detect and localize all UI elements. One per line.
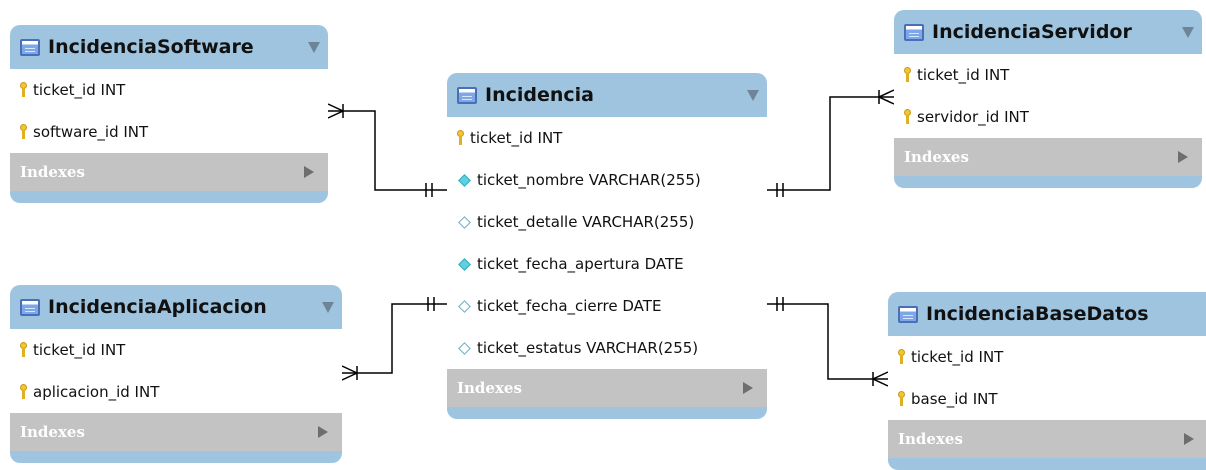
expand-arrow-icon[interactable] [743, 382, 753, 394]
column-label: ticket_estatus VARCHAR(255) [477, 339, 699, 357]
indexes-bar[interactable]: Indexes [888, 420, 1206, 458]
filled-diamond-icon [458, 173, 471, 187]
column-row[interactable]: ticket_id INT [894, 54, 1202, 96]
expand-arrow-icon[interactable] [1178, 151, 1188, 163]
table-header[interactable]: IncidenciaServidor [894, 10, 1202, 54]
table-icon [904, 23, 924, 41]
table-name: Incidencia [485, 84, 594, 106]
table-header[interactable]: IncidenciaAplicacion [10, 285, 342, 329]
column-label: servidor_id INT [917, 108, 1029, 126]
column-row[interactable]: aplicacion_id INT [10, 371, 342, 413]
collapse-arrow-icon[interactable] [747, 89, 759, 101]
table-icon [457, 86, 477, 104]
expand-arrow-icon[interactable] [304, 166, 314, 178]
primary-key-icon [20, 82, 27, 98]
primary-key-icon [898, 349, 905, 365]
column-row[interactable]: servidor_id INT [894, 96, 1202, 138]
column-label: ticket_nombre VARCHAR(255) [477, 171, 701, 189]
column-label: base_id INT [911, 390, 998, 408]
table-name: IncidenciaBaseDatos [926, 303, 1149, 325]
relationship-software-incidencia [328, 110, 447, 191]
column-row[interactable]: ticket_estatus VARCHAR(255) [447, 327, 767, 369]
column-row[interactable]: ticket_id INT [10, 69, 328, 111]
column-row[interactable]: ticket_id INT [888, 336, 1206, 378]
table-name: IncidenciaServidor [932, 21, 1132, 43]
table-header[interactable]: IncidenciaSoftware [10, 25, 328, 69]
column-row[interactable]: ticket_fecha_cierre DATE [447, 285, 767, 327]
relationship-basedatos-incidencia [767, 303, 888, 380]
expand-arrow-icon[interactable] [1184, 433, 1194, 445]
column-label: ticket_fecha_cierre DATE [477, 297, 662, 315]
column-label: software_id INT [33, 123, 149, 141]
table-icon [20, 298, 40, 316]
primary-key-icon [20, 342, 27, 358]
primary-key-icon [898, 391, 905, 407]
indexes-bar[interactable]: Indexes [10, 153, 328, 191]
column-label: ticket_id INT [911, 348, 1004, 366]
collapse-arrow-icon[interactable] [308, 41, 320, 53]
table-name: IncidenciaSoftware [48, 36, 254, 58]
filled-diamond-icon [458, 257, 471, 271]
column-label: ticket_fecha_apertura DATE [477, 255, 684, 273]
empty-diamond-icon [458, 299, 471, 313]
primary-key-icon [457, 130, 464, 146]
column-label: ticket_id INT [33, 81, 126, 99]
column-row[interactable]: base_id INT [888, 378, 1206, 420]
table-incidencia-aplicacion[interactable]: IncidenciaAplicacion ticket_id INT aplic… [10, 285, 342, 463]
indexes-bar[interactable]: Indexes [10, 413, 342, 451]
relationship-servidor-incidencia [767, 96, 894, 191]
column-row[interactable]: ticket_id INT [10, 329, 342, 371]
relationship-aplicacion-incidencia [342, 303, 447, 374]
column-row[interactable]: ticket_id INT [447, 117, 767, 159]
empty-diamond-icon [458, 215, 471, 229]
indexes-label: Indexes [898, 430, 963, 448]
primary-key-icon [20, 124, 27, 140]
empty-diamond-icon [458, 341, 471, 355]
collapse-arrow-icon[interactable] [322, 301, 334, 313]
column-label: ticket_detalle VARCHAR(255) [477, 213, 695, 231]
indexes-bar[interactable]: Indexes [447, 369, 767, 407]
column-row[interactable]: ticket_fecha_apertura DATE [447, 243, 767, 285]
table-icon [20, 38, 40, 56]
indexes-label: Indexes [457, 379, 522, 397]
primary-key-icon [904, 109, 911, 125]
table-header[interactable]: Incidencia [447, 73, 767, 117]
column-label: ticket_id INT [470, 129, 563, 147]
column-row[interactable]: ticket_detalle VARCHAR(255) [447, 201, 767, 243]
expand-arrow-icon[interactable] [318, 426, 328, 438]
indexes-label: Indexes [20, 423, 85, 441]
column-label: ticket_id INT [33, 341, 126, 359]
table-header[interactable]: IncidenciaBaseDatos [888, 292, 1206, 336]
table-name: IncidenciaAplicacion [48, 296, 267, 318]
column-label: aplicacion_id INT [33, 383, 160, 401]
indexes-label: Indexes [904, 148, 969, 166]
column-row[interactable]: software_id INT [10, 111, 328, 153]
table-icon [898, 305, 918, 323]
table-incidencia-software[interactable]: IncidenciaSoftware ticket_id INT softwar… [10, 25, 328, 203]
primary-key-icon [904, 67, 911, 83]
table-incidencia[interactable]: Incidencia ticket_id INT ticket_nombre V… [447, 73, 767, 419]
column-label: ticket_id INT [917, 66, 1010, 84]
column-row[interactable]: ticket_nombre VARCHAR(255) [447, 159, 767, 201]
indexes-bar[interactable]: Indexes [894, 138, 1202, 176]
primary-key-icon [20, 384, 27, 400]
indexes-label: Indexes [20, 163, 85, 181]
table-incidencia-basedatos[interactable]: IncidenciaBaseDatos ticket_id INT base_i… [888, 292, 1206, 470]
table-incidencia-servidor[interactable]: IncidenciaServidor ticket_id INT servido… [894, 10, 1202, 188]
collapse-arrow-icon[interactable] [1182, 26, 1194, 38]
